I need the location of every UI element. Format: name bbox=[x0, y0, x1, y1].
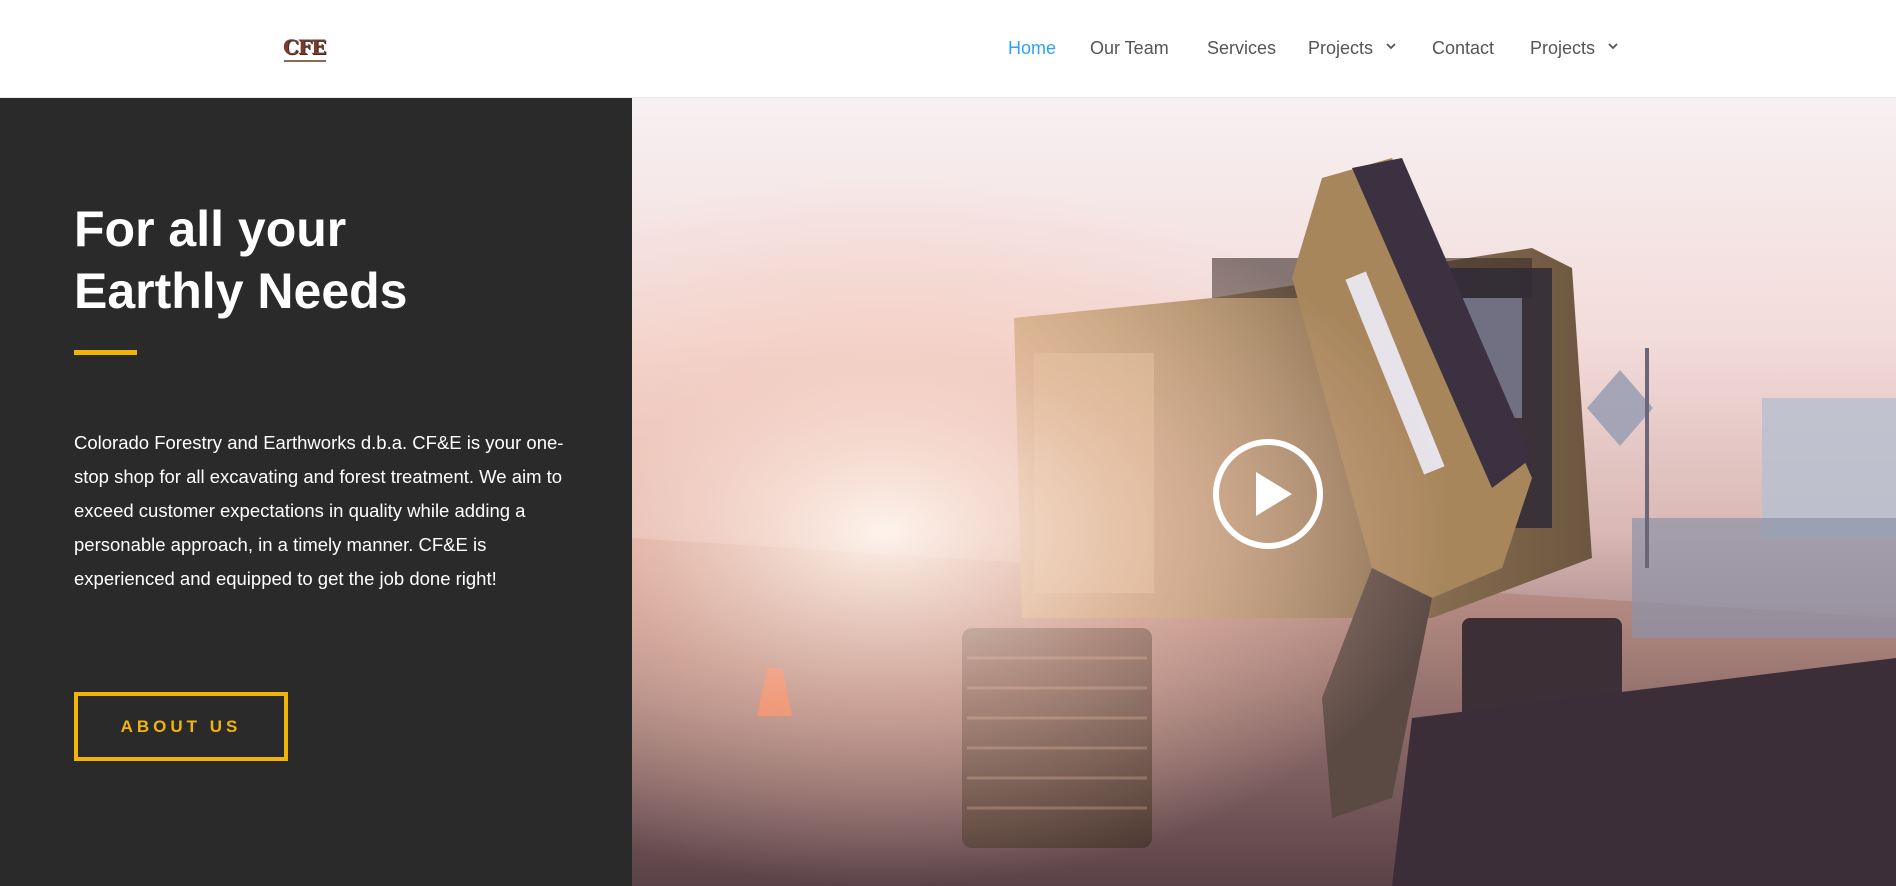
chevron-down-icon bbox=[1386, 43, 1396, 50]
nav-item-projects-2[interactable]: Projects bbox=[1530, 36, 1620, 60]
chevron-down-icon bbox=[1608, 43, 1618, 50]
hero-text-panel: For all your Earthly Needs Colorado Fore… bbox=[0, 98, 632, 886]
headline-line-2: Earthly Needs bbox=[74, 263, 408, 319]
about-us-button[interactable]: ABOUT US bbox=[74, 692, 288, 761]
hero-headline: For all your Earthly Needs bbox=[74, 198, 574, 322]
headline-line-1: For all your bbox=[74, 201, 347, 257]
nav-item-contact[interactable]: Contact bbox=[1432, 36, 1494, 60]
logo-text: CFE bbox=[283, 35, 326, 59]
accent-divider bbox=[74, 350, 137, 355]
nav-item-projects[interactable]: Projects bbox=[1308, 36, 1398, 60]
hero-intro-text: Colorado Forestry and Earthworks d.b.a. … bbox=[74, 432, 564, 589]
nav-item-label: Home bbox=[1008, 38, 1057, 58]
nav-item-label: Projects bbox=[1530, 38, 1596, 58]
nav-item-label: Contact bbox=[1432, 38, 1495, 58]
logo-underline bbox=[284, 60, 326, 62]
nav-item-label: Projects bbox=[1308, 38, 1374, 58]
nav-item-label: Services bbox=[1207, 38, 1277, 58]
nav-item-services[interactable]: Services bbox=[1207, 36, 1276, 60]
about-us-button-label: ABOUT US bbox=[120, 716, 242, 736]
play-icon[interactable] bbox=[1212, 438, 1324, 550]
nav-item-our-team[interactable]: Our Team bbox=[1090, 36, 1169, 60]
site-logo[interactable]: CFE bbox=[283, 34, 327, 64]
site-header: CFE Home Our Team Services Projects Cont… bbox=[0, 0, 1896, 98]
nav-item-label: Our Team bbox=[1090, 38, 1169, 58]
nav-item-home[interactable]: Home bbox=[1008, 36, 1056, 60]
hero-video[interactable] bbox=[632, 98, 1896, 886]
